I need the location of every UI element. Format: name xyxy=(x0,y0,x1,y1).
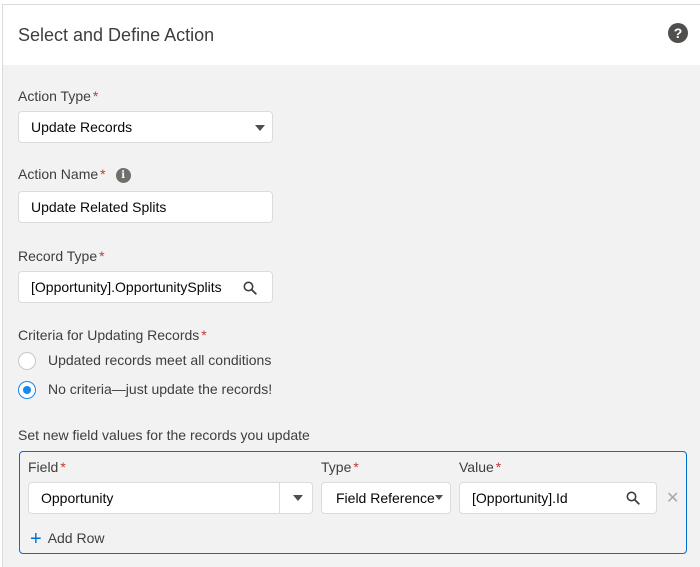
radio-all-conditions-label: Updated records meet all conditions xyxy=(48,352,272,368)
criteria-label-text: Criteria for Updating Records xyxy=(18,327,200,343)
field-values-label: Set new field values for the records you… xyxy=(18,427,310,443)
row-type-select[interactable]: Field Reference xyxy=(321,482,451,514)
row-field-value: Opportunity xyxy=(41,490,114,506)
chevron-down-icon xyxy=(293,495,303,501)
remove-row-icon[interactable]: ✕ xyxy=(666,491,679,507)
record-type-label: Record Type * xyxy=(18,248,105,264)
row-value-lookup[interactable]: [Opportunity].Id xyxy=(459,482,657,514)
column-header-type-text: Type xyxy=(321,459,352,475)
plus-icon: + xyxy=(30,528,42,550)
record-type-value: [Opportunity].OpportunitySplits xyxy=(31,279,222,295)
info-icon[interactable]: i xyxy=(115,168,131,183)
chevron-down-icon xyxy=(435,495,443,500)
search-icon[interactable] xyxy=(243,281,257,295)
action-name-value: Update Related Splits xyxy=(31,199,167,215)
add-row-button[interactable]: + Add Row xyxy=(30,528,105,551)
criteria-label: Criteria for Updating Records * xyxy=(18,327,207,343)
row-type-value: Field Reference xyxy=(336,490,435,506)
action-panel: Select and Define Action ? Action Type * … xyxy=(2,4,700,567)
row-field-select[interactable]: Opportunity xyxy=(28,482,313,514)
radio-no-criteria[interactable] xyxy=(18,381,36,399)
select-divider xyxy=(279,483,280,513)
required-mark: * xyxy=(100,166,106,182)
column-header-value: Value * xyxy=(459,459,501,475)
action-name-input[interactable]: Update Related Splits xyxy=(18,191,273,223)
required-mark: * xyxy=(201,327,207,343)
record-type-label-text: Record Type xyxy=(18,248,98,264)
action-name-label-text: Action Name xyxy=(18,166,99,182)
search-icon[interactable] xyxy=(626,491,640,505)
action-type-label: Action Type * xyxy=(18,88,98,104)
add-row-label: Add Row xyxy=(47,530,105,546)
action-type-label-text: Action Type xyxy=(18,88,91,104)
panel-title: Select and Define Action xyxy=(18,25,215,45)
column-header-field-text: Field xyxy=(28,459,59,475)
panel-header: Select and Define Action ? xyxy=(3,5,700,65)
radio-all-conditions[interactable] xyxy=(18,352,36,370)
action-type-value: Update Records xyxy=(31,119,133,135)
required-mark: * xyxy=(60,459,66,475)
required-mark: * xyxy=(99,248,105,264)
row-value-value: [Opportunity].Id xyxy=(472,490,568,506)
required-mark: * xyxy=(495,459,502,475)
column-header-field: Field * xyxy=(28,459,66,475)
column-header-type: Type * xyxy=(321,459,359,475)
record-type-lookup[interactable]: [Opportunity].OpportunitySplits xyxy=(18,271,273,303)
required-mark: * xyxy=(353,459,359,475)
action-type-select[interactable]: Update Records xyxy=(18,111,273,143)
action-name-label: Action Name * i xyxy=(18,166,131,183)
chevron-down-icon xyxy=(255,125,265,131)
field-values-box: Field * Type * Value * Opportunity Field Re… xyxy=(19,451,687,554)
column-header-value-text: Value xyxy=(459,459,494,475)
radio-no-criteria-label: No criteria—just update the records! xyxy=(48,381,273,397)
required-mark: * xyxy=(92,88,99,104)
help-icon[interactable]: ? xyxy=(668,23,688,43)
